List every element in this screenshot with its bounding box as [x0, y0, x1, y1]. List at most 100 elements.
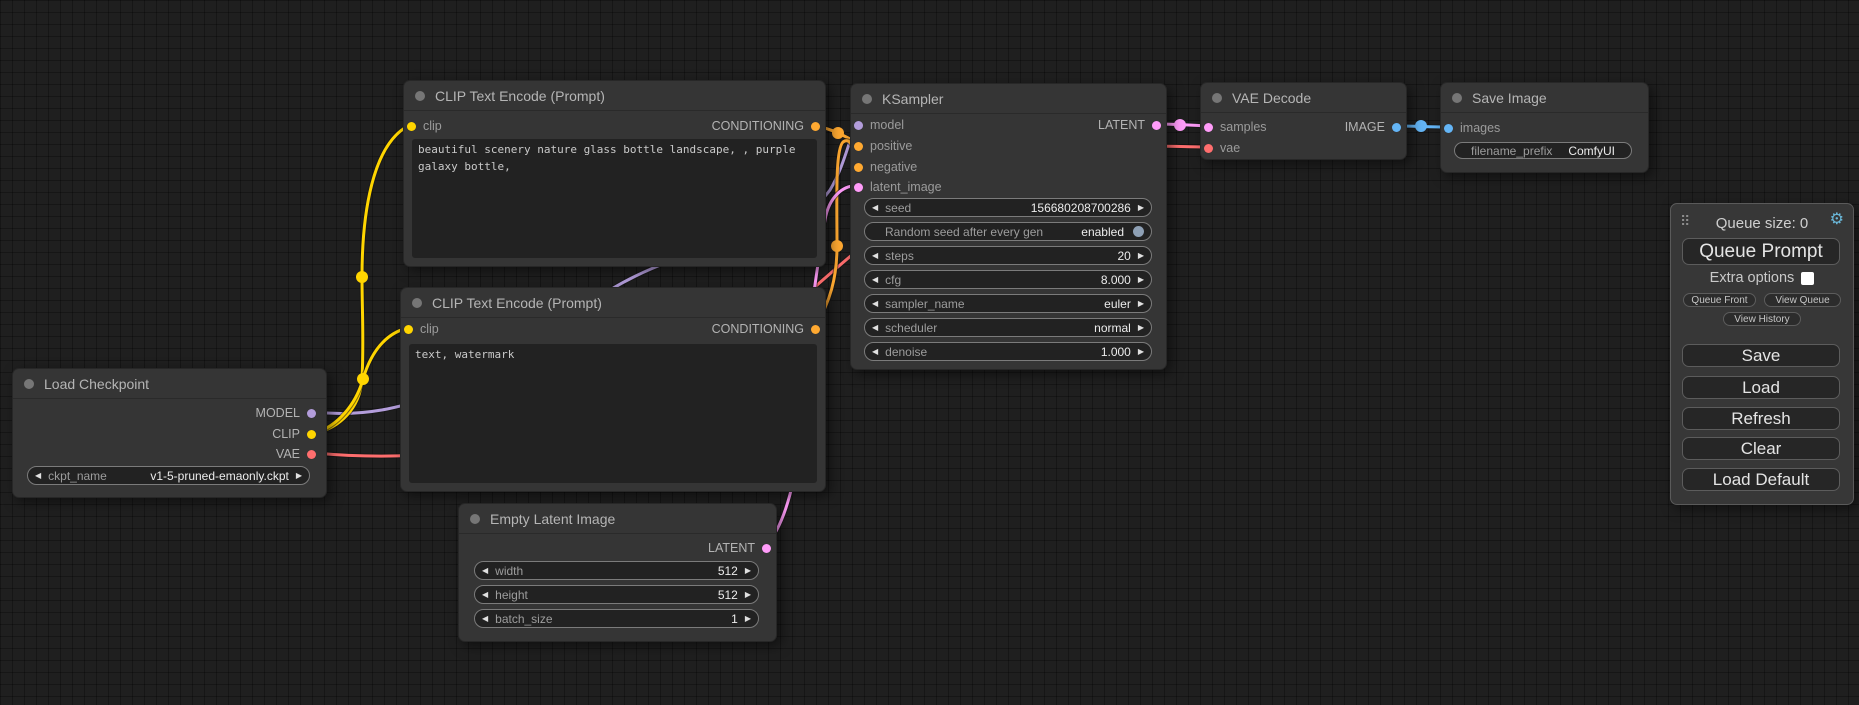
increment-arrow-icon[interactable]: ▶	[296, 472, 302, 480]
node-title-bar[interactable]: Save Image	[1441, 83, 1648, 113]
batch-size-widget[interactable]: ◀ batch_size 1 ▶	[474, 609, 759, 628]
model-output-dot[interactable]	[307, 409, 316, 418]
widget-label: scheduler	[885, 321, 937, 335]
ckpt-name-widget[interactable]: ◀ ckpt_name v1-5-pruned-emaonly.ckpt ▶	[27, 466, 310, 485]
decrement-arrow-icon[interactable]: ◀	[872, 276, 878, 284]
increment-arrow-icon[interactable]: ▶	[1138, 348, 1144, 356]
height-widget[interactable]: ◀ height 512 ▶	[474, 585, 759, 604]
scheduler-widget[interactable]: ◀ scheduler normal ▶	[864, 318, 1152, 337]
increment-arrow-icon[interactable]: ▶	[745, 591, 751, 599]
decrement-arrow-icon[interactable]: ◀	[872, 300, 878, 308]
latent-image-input-dot[interactable]	[854, 183, 863, 192]
widget-value[interactable]: 512	[523, 564, 738, 578]
steps-widget[interactable]: ◀ steps 20 ▶	[864, 246, 1152, 265]
conditioning-output-dot[interactable]	[811, 122, 820, 131]
filename-prefix-widget[interactable]: filename_prefix ComfyUI	[1454, 142, 1632, 159]
denoise-widget[interactable]: ◀ denoise 1.000 ▶	[864, 342, 1152, 361]
vae-output-dot[interactable]	[307, 450, 316, 459]
image-output-dot[interactable]	[1392, 123, 1401, 132]
widget-value[interactable]: normal	[937, 321, 1131, 335]
widget-label: batch_size	[495, 612, 552, 626]
refresh-button[interactable]: Refresh	[1682, 407, 1840, 430]
gear-icon[interactable]: ⚙	[1830, 212, 1844, 228]
save-button[interactable]: Save	[1682, 344, 1840, 367]
increment-arrow-icon[interactable]: ▶	[1138, 300, 1144, 308]
node-title-bar[interactable]: VAE Decode	[1201, 83, 1406, 113]
extra-options-checkbox[interactable]	[1801, 272, 1814, 285]
widget-value[interactable]: v1-5-pruned-emaonly.ckpt	[107, 469, 289, 483]
prompt-textarea[interactable]: text, watermark	[409, 344, 817, 483]
prompt-textarea[interactable]: beautiful scenery nature glass bottle la…	[412, 139, 817, 258]
seed-widget[interactable]: ◀ seed 156680208700286 ▶	[864, 198, 1152, 217]
load-button[interactable]: Load	[1682, 376, 1840, 399]
decrement-arrow-icon[interactable]: ◀	[872, 204, 878, 212]
load-default-button[interactable]: Load Default	[1682, 468, 1840, 491]
samples-input-dot[interactable]	[1204, 123, 1213, 132]
increment-arrow-icon[interactable]: ▶	[745, 615, 751, 623]
widget-value[interactable]: 1.000	[927, 345, 1131, 359]
decrement-arrow-icon[interactable]: ◀	[872, 324, 878, 332]
increment-arrow-icon[interactable]: ▶	[1138, 276, 1144, 284]
node-title-bar[interactable]: KSampler	[851, 84, 1166, 114]
widget-value[interactable]: 512	[528, 588, 738, 602]
decrement-arrow-icon[interactable]: ◀	[482, 591, 488, 599]
widget-value[interactable]: 8.000	[901, 273, 1131, 287]
vae-input-dot[interactable]	[1204, 144, 1213, 153]
decrement-arrow-icon[interactable]: ◀	[482, 567, 488, 575]
random-seed-toggle-widget[interactable]: Random seed after every gen enabled	[864, 222, 1152, 241]
queue-prompt-button[interactable]: Queue Prompt	[1682, 238, 1840, 265]
widget-value[interactable]: euler	[965, 297, 1131, 311]
width-widget[interactable]: ◀ width 512 ▶	[474, 561, 759, 580]
clip-input-dot[interactable]	[407, 122, 416, 131]
conditioning-output-dot[interactable]	[811, 325, 820, 334]
collapse-dot-icon[interactable]	[1212, 93, 1222, 103]
node-title-bar[interactable]: Load Checkpoint	[13, 369, 326, 399]
node-graph-canvas[interactable]: Load Checkpoint MODEL CLIP VAE ◀ ckpt_na…	[0, 0, 1859, 705]
widget-value[interactable]: 1	[553, 612, 738, 626]
decrement-arrow-icon[interactable]: ◀	[872, 252, 878, 260]
increment-arrow-icon[interactable]: ▶	[745, 567, 751, 575]
collapse-dot-icon[interactable]	[412, 298, 422, 308]
sampler-name-widget[interactable]: ◀ sampler_name euler ▶	[864, 294, 1152, 313]
view-queue-button[interactable]: View Queue	[1764, 293, 1841, 307]
node-title-bar[interactable]: Empty Latent Image	[459, 504, 776, 534]
decrement-arrow-icon[interactable]: ◀	[872, 348, 878, 356]
node-vae-decode[interactable]: VAE Decode samples vae IMAGE	[1200, 82, 1407, 160]
images-input-dot[interactable]	[1444, 124, 1453, 133]
collapse-dot-icon[interactable]	[24, 379, 34, 389]
decrement-arrow-icon[interactable]: ◀	[482, 615, 488, 623]
collapse-dot-icon[interactable]	[1452, 93, 1462, 103]
node-title: Save Image	[1472, 90, 1547, 106]
node-empty-latent-image[interactable]: Empty Latent Image LATENT ◀ width 512 ▶ …	[458, 503, 777, 642]
input-slot-samples: samples	[1204, 119, 1267, 135]
increment-arrow-icon[interactable]: ▶	[1138, 204, 1144, 212]
queue-front-button[interactable]: Queue Front	[1683, 293, 1756, 307]
positive-input-dot[interactable]	[854, 142, 863, 151]
node-clip-text-encode-negative[interactable]: CLIP Text Encode (Prompt) clip CONDITION…	[400, 287, 826, 492]
model-input-dot[interactable]	[854, 121, 863, 130]
node-title-bar[interactable]: CLIP Text Encode (Prompt)	[404, 81, 825, 111]
cfg-widget[interactable]: ◀ cfg 8.000 ▶	[864, 270, 1152, 289]
node-clip-text-encode-positive[interactable]: CLIP Text Encode (Prompt) clip CONDITION…	[403, 80, 826, 267]
node-load-checkpoint[interactable]: Load Checkpoint MODEL CLIP VAE ◀ ckpt_na…	[12, 368, 327, 498]
clip-output-dot[interactable]	[307, 430, 316, 439]
negative-input-dot[interactable]	[854, 163, 863, 172]
widget-value[interactable]: 20	[914, 249, 1131, 263]
latent-output-dot[interactable]	[1152, 121, 1161, 130]
widget-value[interactable]: 156680208700286	[911, 201, 1131, 215]
latent-output-dot[interactable]	[762, 544, 771, 553]
toggle-enabled-icon[interactable]	[1133, 226, 1144, 237]
clear-button[interactable]: Clear	[1682, 437, 1840, 460]
node-ksampler[interactable]: KSampler model positive negative latent_…	[850, 83, 1167, 370]
node-save-image[interactable]: Save Image images filename_prefix ComfyU…	[1440, 82, 1649, 173]
decrement-arrow-icon[interactable]: ◀	[35, 472, 41, 480]
clip-input-dot[interactable]	[404, 325, 413, 334]
widget-value[interactable]: ComfyUI	[1552, 144, 1615, 158]
collapse-dot-icon[interactable]	[415, 91, 425, 101]
view-history-button[interactable]: View History	[1723, 312, 1801, 326]
collapse-dot-icon[interactable]	[470, 514, 480, 524]
node-title-bar[interactable]: CLIP Text Encode (Prompt)	[401, 288, 825, 318]
increment-arrow-icon[interactable]: ▶	[1138, 252, 1144, 260]
increment-arrow-icon[interactable]: ▶	[1138, 324, 1144, 332]
collapse-dot-icon[interactable]	[862, 94, 872, 104]
